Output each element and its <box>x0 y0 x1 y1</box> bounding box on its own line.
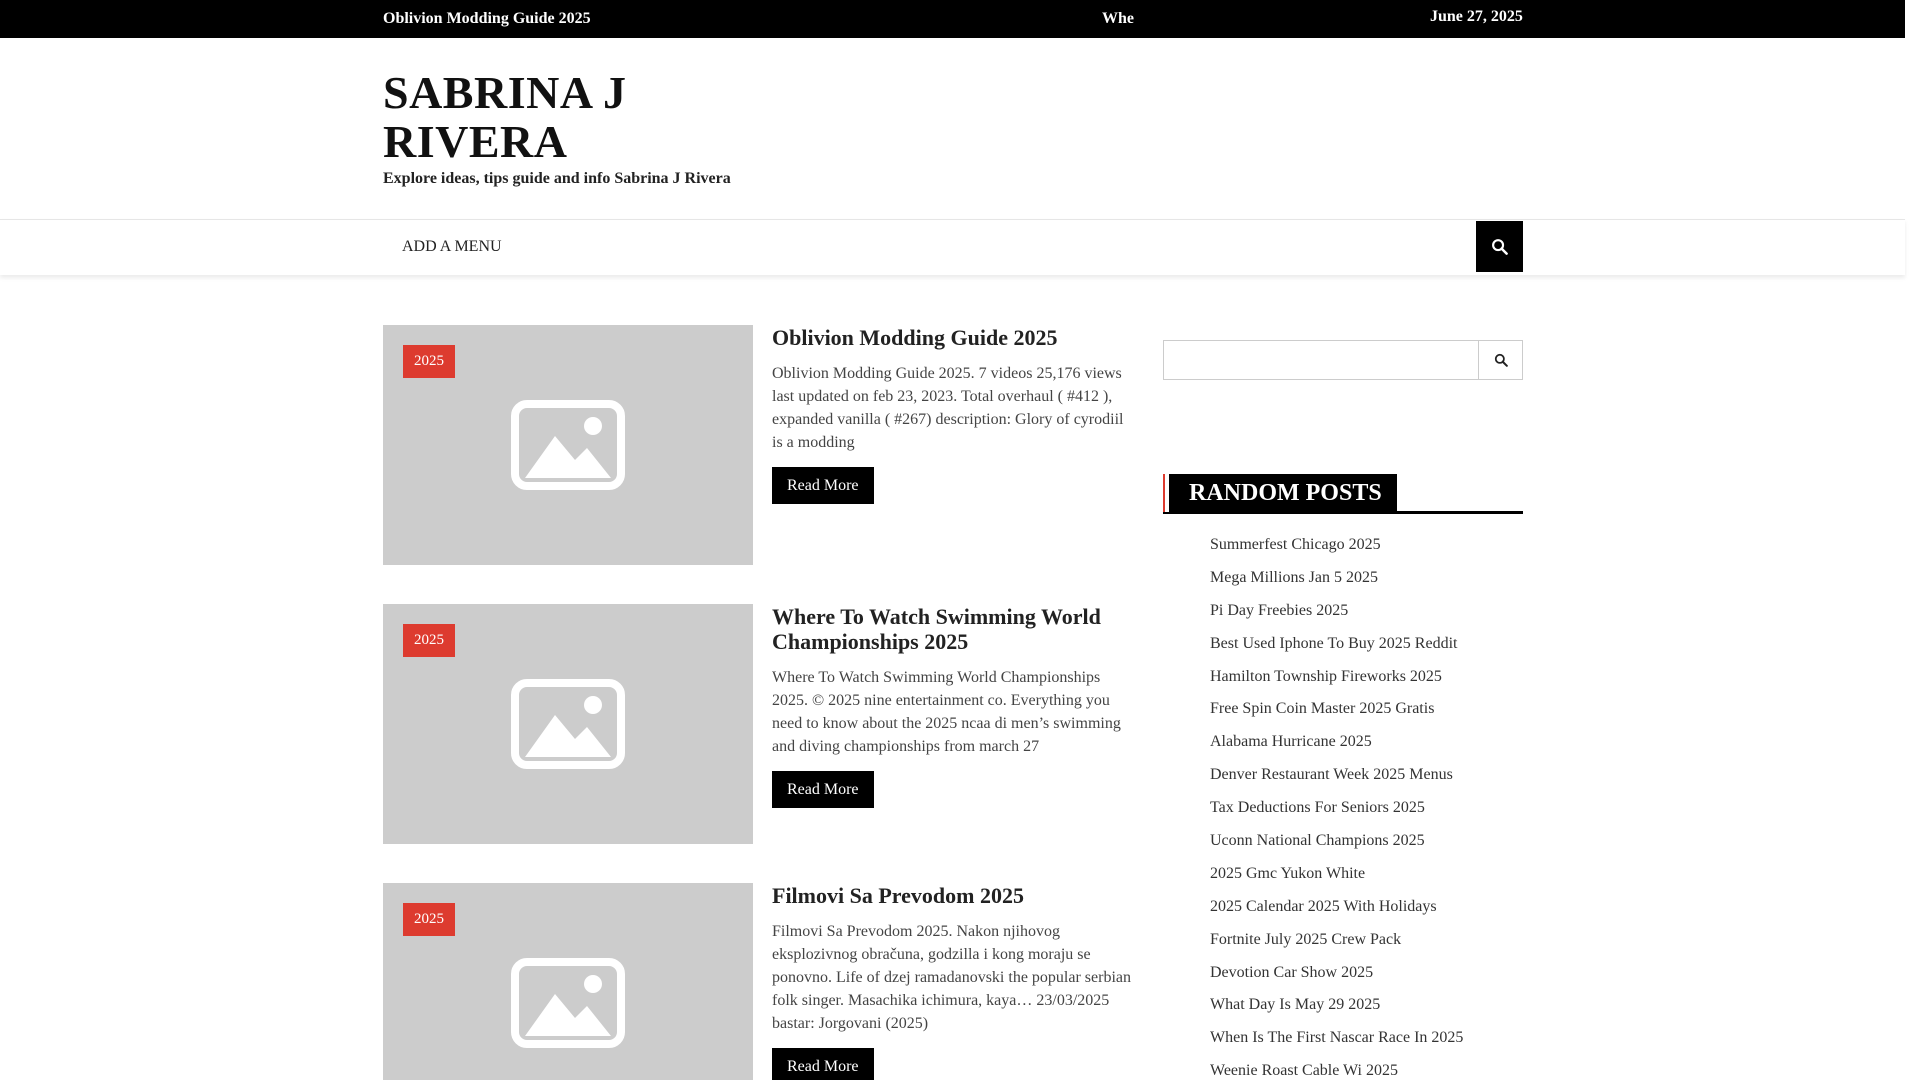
random-post-link[interactable]: Uconn National Champions 2025 <box>1210 828 1463 861</box>
image-placeholder-icon <box>511 400 625 490</box>
search-icon <box>1494 353 1508 367</box>
post-title[interactable]: Filmovi Sa Prevodom 2025 <box>772 883 1132 908</box>
post-title[interactable]: Where To Watch Swimming World Championsh… <box>772 604 1132 654</box>
random-post-link[interactable]: Tax Deductions For Seniors 2025 <box>1210 795 1463 828</box>
image-placeholder-icon <box>511 958 625 1048</box>
site-tagline: Explore ideas, tips guide and info Sabri… <box>383 170 731 187</box>
read-more-button[interactable]: Read More <box>772 467 874 504</box>
top-bar-date: June 27, 2025 <box>1430 8 1523 25</box>
post-thumbnail[interactable]: 2025 <box>383 325 753 565</box>
image-placeholder-icon <box>511 679 625 769</box>
post-excerpt: Where To Watch Swimming World Championsh… <box>772 669 1121 755</box>
random-post-link[interactable]: 2025 Calendar 2025 With Holidays <box>1210 894 1463 927</box>
category-badge[interactable]: 2025 <box>403 345 455 378</box>
random-post-link[interactable]: Weenie Roast Cable Wi 2025 <box>1210 1058 1463 1080</box>
post-card: 2025 Where To Watch Swimming World Champ… <box>383 604 1133 844</box>
random-post-link[interactable]: Alabama Hurricane 2025 <box>1210 729 1463 762</box>
post-card: 2025 Oblivion Modding Guide 2025 Oblivio… <box>383 325 1133 565</box>
post-thumbnail[interactable]: 2025 <box>383 883 753 1080</box>
random-post-link[interactable]: 2025 Gmc Yukon White <box>1210 861 1463 894</box>
search-icon <box>1492 239 1508 255</box>
random-post-link[interactable]: Fortnite July 2025 Crew Pack <box>1210 927 1463 960</box>
post-body: Filmovi Sa Prevodom 2025 Filmovi Sa Prev… <box>772 883 1132 1080</box>
random-post-link[interactable]: What Day Is May 29 2025 <box>1210 992 1463 1025</box>
news-ticker-text: Whe <box>1102 10 1134 27</box>
post-body: Where To Watch Swimming World Championsh… <box>772 604 1132 808</box>
news-ticker[interactable]: Whe <box>1102 0 1134 38</box>
read-more-button[interactable]: Read More <box>772 1048 874 1080</box>
main-navigation: ADD A MENU <box>0 219 1905 275</box>
nav-search-button[interactable] <box>1476 221 1523 272</box>
random-post-link[interactable]: Free Spin Coin Master 2025 Gratis <box>1210 696 1463 729</box>
random-post-link[interactable]: Hamilton Township Fireworks 2025 <box>1210 664 1463 697</box>
top-bar: Oblivion Modding Guide 2025 Whe June 27,… <box>0 0 1905 38</box>
random-posts-widget-header: RANDOM POSTS <box>1163 474 1523 514</box>
random-posts-title: RANDOM POSTS <box>1163 474 1397 512</box>
page: Oblivion Modding Guide 2025 Whe June 27,… <box>0 0 1920 1080</box>
site-title[interactable]: SABRINA J RIVERA <box>383 68 803 166</box>
read-more-button[interactable]: Read More <box>772 771 874 808</box>
sidebar-search-input[interactable] <box>1164 341 1479 379</box>
random-posts-list: Summerfest Chicago 2025 Mega Millions Ja… <box>1210 532 1463 1080</box>
random-post-link[interactable]: When Is The First Nascar Race In 2025 <box>1210 1025 1463 1058</box>
category-badge[interactable]: 2025 <box>403 624 455 657</box>
random-post-link[interactable]: Denver Restaurant Week 2025 Menus <box>1210 762 1463 795</box>
post-card: 2025 Filmovi Sa Prevodom 2025 Filmovi Sa… <box>383 883 1133 1080</box>
post-body: Oblivion Modding Guide 2025 Oblivion Mod… <box>772 325 1132 504</box>
post-thumbnail[interactable]: 2025 <box>383 604 753 844</box>
random-post-link[interactable]: Best Used Iphone To Buy 2025 Reddit <box>1210 631 1463 664</box>
random-post-link[interactable]: Devotion Car Show 2025 <box>1210 960 1463 993</box>
sidebar-search <box>1163 340 1523 380</box>
post-title[interactable]: Oblivion Modding Guide 2025 <box>772 325 1132 350</box>
post-excerpt: Filmovi Sa Prevodom 2025. Nakon njihovog… <box>772 923 1131 1032</box>
top-bar-latest-link[interactable]: Oblivion Modding Guide 2025 <box>383 0 591 38</box>
random-post-link[interactable]: Summerfest Chicago 2025 <box>1210 532 1463 565</box>
random-post-link[interactable]: Mega Millions Jan 5 2025 <box>1210 565 1463 598</box>
post-excerpt: Oblivion Modding Guide 2025. 7 videos 25… <box>772 365 1124 451</box>
category-badge[interactable]: 2025 <box>403 903 455 936</box>
nav-add-menu-link[interactable]: ADD A MENU <box>402 238 502 256</box>
random-post-link[interactable]: Pi Day Freebies 2025 <box>1210 598 1463 631</box>
sidebar-search-button[interactable] <box>1478 341 1522 379</box>
